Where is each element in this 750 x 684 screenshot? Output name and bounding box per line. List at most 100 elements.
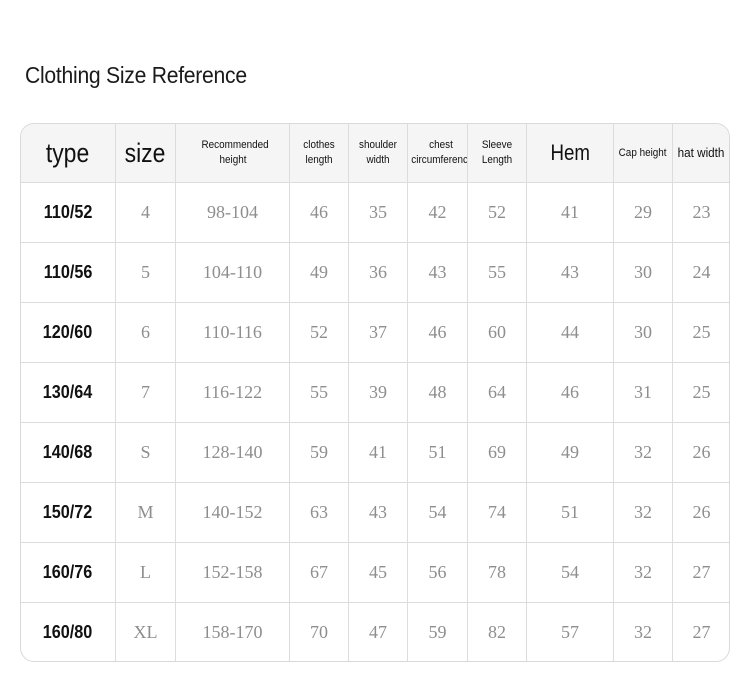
cell-cap-height: 31: [613, 362, 673, 423]
cell-type: 160/80: [21, 602, 116, 661]
column-header-size: size: [115, 124, 176, 183]
cell-hat-width: 25: [672, 362, 729, 423]
cell-hat-width: 27: [672, 602, 729, 661]
cell-cap-height: 29: [613, 182, 673, 243]
cell-recommended-height: 110-116: [175, 302, 290, 363]
cell-type: 130/64: [21, 362, 116, 423]
cell-hat-width: 26: [672, 482, 729, 543]
cell-sleeve-length: 69: [467, 422, 527, 483]
column-header-shoulder-width: shoulder width: [348, 124, 408, 183]
cell-clothes-length: 55: [289, 362, 349, 423]
cell-cap-height: 30: [613, 242, 673, 303]
table-row: 110/56 5 104-110 49 36 43 55 43 30 24: [21, 242, 729, 303]
cell-hat-width: 26: [672, 422, 729, 483]
table-row: 140/68 S 128-140 59 41 51 69 49 32 26: [21, 422, 729, 483]
cell-sleeve-length: 64: [467, 362, 527, 423]
cell-chest-circumference: 46: [407, 302, 468, 363]
column-header-recommended-height: Recommended height: [175, 124, 290, 183]
cell-recommended-height: 128-140: [175, 422, 290, 483]
cell-recommended-height: 104-110: [175, 242, 290, 303]
cell-clothes-length: 46: [289, 182, 349, 243]
cell-chest-circumference: 42: [407, 182, 468, 243]
column-header-hat-width: hat width: [672, 124, 729, 183]
cell-cap-height: 32: [613, 482, 673, 543]
column-header-clothes-length: clothes length: [289, 124, 349, 183]
cell-type: 160/76: [21, 542, 116, 603]
cell-shoulder-width: 43: [348, 482, 408, 543]
cell-chest-circumference: 43: [407, 242, 468, 303]
cell-recommended-height: 98-104: [175, 182, 290, 243]
cell-size: XL: [115, 602, 176, 661]
cell-size: 7: [115, 362, 176, 423]
cell-chest-circumference: 51: [407, 422, 468, 483]
cell-type: 150/72: [21, 482, 116, 543]
cell-recommended-height: 140-152: [175, 482, 290, 543]
cell-clothes-length: 70: [289, 602, 349, 661]
cell-hem: 54: [526, 542, 614, 603]
cell-type: 120/60: [21, 302, 116, 363]
cell-size: 5: [115, 242, 176, 303]
cell-clothes-length: 52: [289, 302, 349, 363]
cell-hem: 44: [526, 302, 614, 363]
cell-shoulder-width: 47: [348, 602, 408, 661]
cell-size: L: [115, 542, 176, 603]
page-title: Clothing Size Reference: [25, 62, 247, 88]
table-row: 120/60 6 110-116 52 37 46 60 44 30 25: [21, 302, 729, 363]
cell-shoulder-width: 35: [348, 182, 408, 243]
table-row: 110/52 4 98-104 46 35 42 52 41 29 23: [21, 182, 729, 243]
cell-hem: 51: [526, 482, 614, 543]
cell-size: 6: [115, 302, 176, 363]
cell-cap-height: 30: [613, 302, 673, 363]
table-row: 130/64 7 116-122 55 39 48 64 46 31 25: [21, 362, 729, 423]
cell-hat-width: 27: [672, 542, 729, 603]
cell-type: 110/56: [21, 242, 116, 303]
table-row: 160/76 L 152-158 67 45 56 78 54 32 27: [21, 542, 729, 603]
cell-clothes-length: 59: [289, 422, 349, 483]
cell-chest-circumference: 59: [407, 602, 468, 661]
column-header-cap-height: Cap height: [613, 124, 673, 183]
cell-shoulder-width: 37: [348, 302, 408, 363]
cell-clothes-length: 49: [289, 242, 349, 303]
cell-hat-width: 23: [672, 182, 729, 243]
cell-hem: 46: [526, 362, 614, 423]
column-header-type: type: [21, 124, 116, 183]
table-row: 150/72 M 140-152 63 43 54 74 51 32 26: [21, 482, 729, 543]
cell-recommended-height: 152-158: [175, 542, 290, 603]
table-row: 160/80 XL 158-170 70 47 59 82 57 32 27: [21, 602, 729, 661]
cell-type: 110/52: [21, 182, 116, 243]
cell-shoulder-width: 36: [348, 242, 408, 303]
cell-hem: 49: [526, 422, 614, 483]
cell-sleeve-length: 52: [467, 182, 527, 243]
cell-cap-height: 32: [613, 542, 673, 603]
table-header-row: type size Recommended height clothes len…: [21, 124, 729, 183]
cell-hat-width: 24: [672, 242, 729, 303]
cell-clothes-length: 67: [289, 542, 349, 603]
cell-shoulder-width: 39: [348, 362, 408, 423]
cell-sleeve-length: 60: [467, 302, 527, 363]
column-header-hem: Hem: [526, 124, 614, 183]
cell-size: M: [115, 482, 176, 543]
cell-type: 140/68: [21, 422, 116, 483]
cell-hem: 57: [526, 602, 614, 661]
cell-chest-circumference: 56: [407, 542, 468, 603]
column-header-chest-circumference: chest circumference: [407, 124, 468, 183]
column-header-sleeve-length: Sleeve Length: [467, 124, 527, 183]
cell-cap-height: 32: [613, 422, 673, 483]
cell-size: 4: [115, 182, 176, 243]
cell-sleeve-length: 78: [467, 542, 527, 603]
cell-size: S: [115, 422, 176, 483]
cell-shoulder-width: 41: [348, 422, 408, 483]
cell-recommended-height: 158-170: [175, 602, 290, 661]
size-table: type size Recommended height clothes len…: [21, 124, 729, 661]
cell-cap-height: 32: [613, 602, 673, 661]
cell-hat-width: 25: [672, 302, 729, 363]
cell-hem: 41: [526, 182, 614, 243]
cell-recommended-height: 116-122: [175, 362, 290, 423]
size-table-container: type size Recommended height clothes len…: [20, 123, 730, 662]
cell-sleeve-length: 55: [467, 242, 527, 303]
cell-chest-circumference: 48: [407, 362, 468, 423]
cell-shoulder-width: 45: [348, 542, 408, 603]
cell-chest-circumference: 54: [407, 482, 468, 543]
cell-hem: 43: [526, 242, 614, 303]
cell-sleeve-length: 74: [467, 482, 527, 543]
